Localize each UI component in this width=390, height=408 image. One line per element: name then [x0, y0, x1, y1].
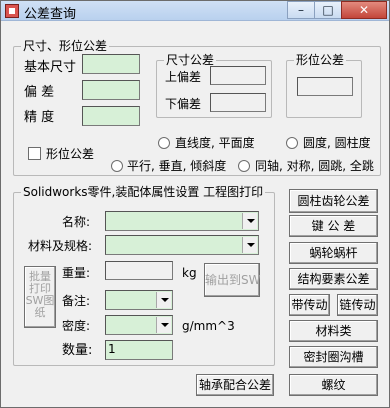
precision-input[interactable]: [82, 106, 140, 126]
name-label: 名称:: [62, 215, 91, 229]
note-label: 备注:: [62, 294, 91, 308]
deviation-label: 偏 差: [24, 85, 55, 100]
weight-unit: kg: [182, 266, 197, 280]
form-tolerance-group-label: 形位公差: [294, 53, 347, 67]
deviation-input[interactable]: [82, 80, 140, 100]
chain-drive-button[interactable]: 链传动: [337, 294, 378, 316]
upper-deviation-field: [210, 66, 266, 85]
radio-coaxial-symmetry[interactable]: [238, 160, 250, 172]
name-combo[interactable]: [105, 211, 259, 231]
cylindrical-gear-tolerance-button[interactable]: 圆柱齿轮公差: [289, 189, 378, 213]
quantity-label: 数量:: [62, 343, 93, 358]
chevron-down-icon[interactable]: [242, 213, 257, 229]
material-label: 材料及规格:: [28, 239, 93, 253]
export-to-sw-button[interactable]: 输出到SW: [204, 263, 260, 297]
close-icon: ✕: [358, 3, 370, 17]
radio-roundness-cylindricity-label: 圆度, 圆柱度: [303, 136, 371, 150]
lower-deviation-label: 下偏差: [165, 97, 202, 111]
key-tolerance-button[interactable]: 键 公 差: [289, 215, 378, 237]
close-button[interactable]: ✕: [341, 1, 387, 19]
form-tolerance-checkbox[interactable]: [28, 147, 41, 160]
radio-roundness-cylindricity[interactable]: [286, 137, 298, 149]
solidworks-group: Solidworks零件,装配体属性设置 工程图打印 名称: 材料及规格: 批量…: [13, 185, 275, 366]
tolerance-group-label: 尺寸、形位公差: [21, 39, 110, 53]
form-tolerance-field: [297, 77, 353, 96]
window-title: 公差查询: [24, 7, 77, 22]
chevron-down-icon[interactable]: [156, 317, 171, 333]
form-tolerance-checkbox-label: 形位公差: [46, 147, 95, 161]
radio-straightness-flatness-label: 直线度, 平面度: [175, 136, 255, 150]
size-tolerance-group-label: 尺寸公差: [164, 53, 217, 67]
solidworks-group-label: Solidworks零件,装配体属性设置 工程图打印: [21, 185, 266, 199]
weight-field: [105, 261, 173, 280]
material-combo[interactable]: [105, 235, 259, 255]
bearing-fit-tolerance-button[interactable]: 轴承配合公差: [196, 374, 274, 396]
note-combo[interactable]: [105, 290, 173, 310]
maximize-icon: □: [322, 3, 334, 17]
worm-gear-button[interactable]: 蜗轮蜗杆: [289, 242, 378, 264]
density-combo[interactable]: [105, 315, 173, 335]
material-class-button[interactable]: 材料类: [289, 320, 378, 342]
radio-straightness-flatness[interactable]: [158, 137, 170, 149]
chevron-down-icon[interactable]: [156, 292, 171, 308]
quantity-input[interactable]: 1: [105, 340, 173, 360]
structural-element-tolerance-button[interactable]: 结构要素公差: [289, 268, 378, 290]
basic-size-input[interactable]: [82, 54, 140, 74]
radio-parallel-perpendicular-label: 平行, 垂直, 倾斜度: [127, 159, 227, 173]
belt-drive-button[interactable]: 带传动: [289, 294, 330, 316]
density-label: 密度:: [62, 319, 91, 333]
lower-deviation-field: [210, 93, 266, 112]
radio-coaxial-symmetry-label: 同轴, 对称, 圆跳, 全跳: [255, 159, 374, 173]
app-icon: [5, 4, 19, 18]
density-unit: g/mm^3: [182, 319, 235, 333]
seal-groove-button[interactable]: 密封圈沟槽: [289, 346, 378, 368]
app-window: 公差查询 – □ ✕ 尺寸、形位公差 基本尺寸 偏 差 精 度 尺寸公差 上偏差…: [0, 0, 390, 408]
tolerance-group: 尺寸、形位公差 基本尺寸 偏 差 精 度 尺寸公差 上偏差 下偏差 形位公差 形…: [13, 39, 381, 176]
chevron-down-icon[interactable]: [242, 237, 257, 253]
upper-deviation-label: 上偏差: [165, 70, 202, 84]
radio-parallel-perpendicular[interactable]: [111, 160, 123, 172]
precision-label: 精 度: [24, 110, 55, 125]
minimize-icon: –: [298, 3, 304, 17]
basic-size-label: 基本尺寸: [24, 60, 77, 75]
batch-print-button[interactable]: 批量打印SW图纸: [24, 266, 56, 328]
maximize-button[interactable]: □: [314, 1, 342, 19]
size-tolerance-group: 尺寸公差 上偏差 下偏差: [156, 53, 272, 118]
weight-label: 重量:: [62, 266, 91, 280]
form-tolerance-group: 形位公差: [286, 53, 362, 118]
title-bar[interactable]: 公差查询 – □ ✕: [1, 1, 389, 22]
minimize-button[interactable]: –: [287, 1, 315, 19]
quantity-value: 1: [108, 342, 116, 356]
thread-button[interactable]: 螺纹: [289, 374, 378, 396]
